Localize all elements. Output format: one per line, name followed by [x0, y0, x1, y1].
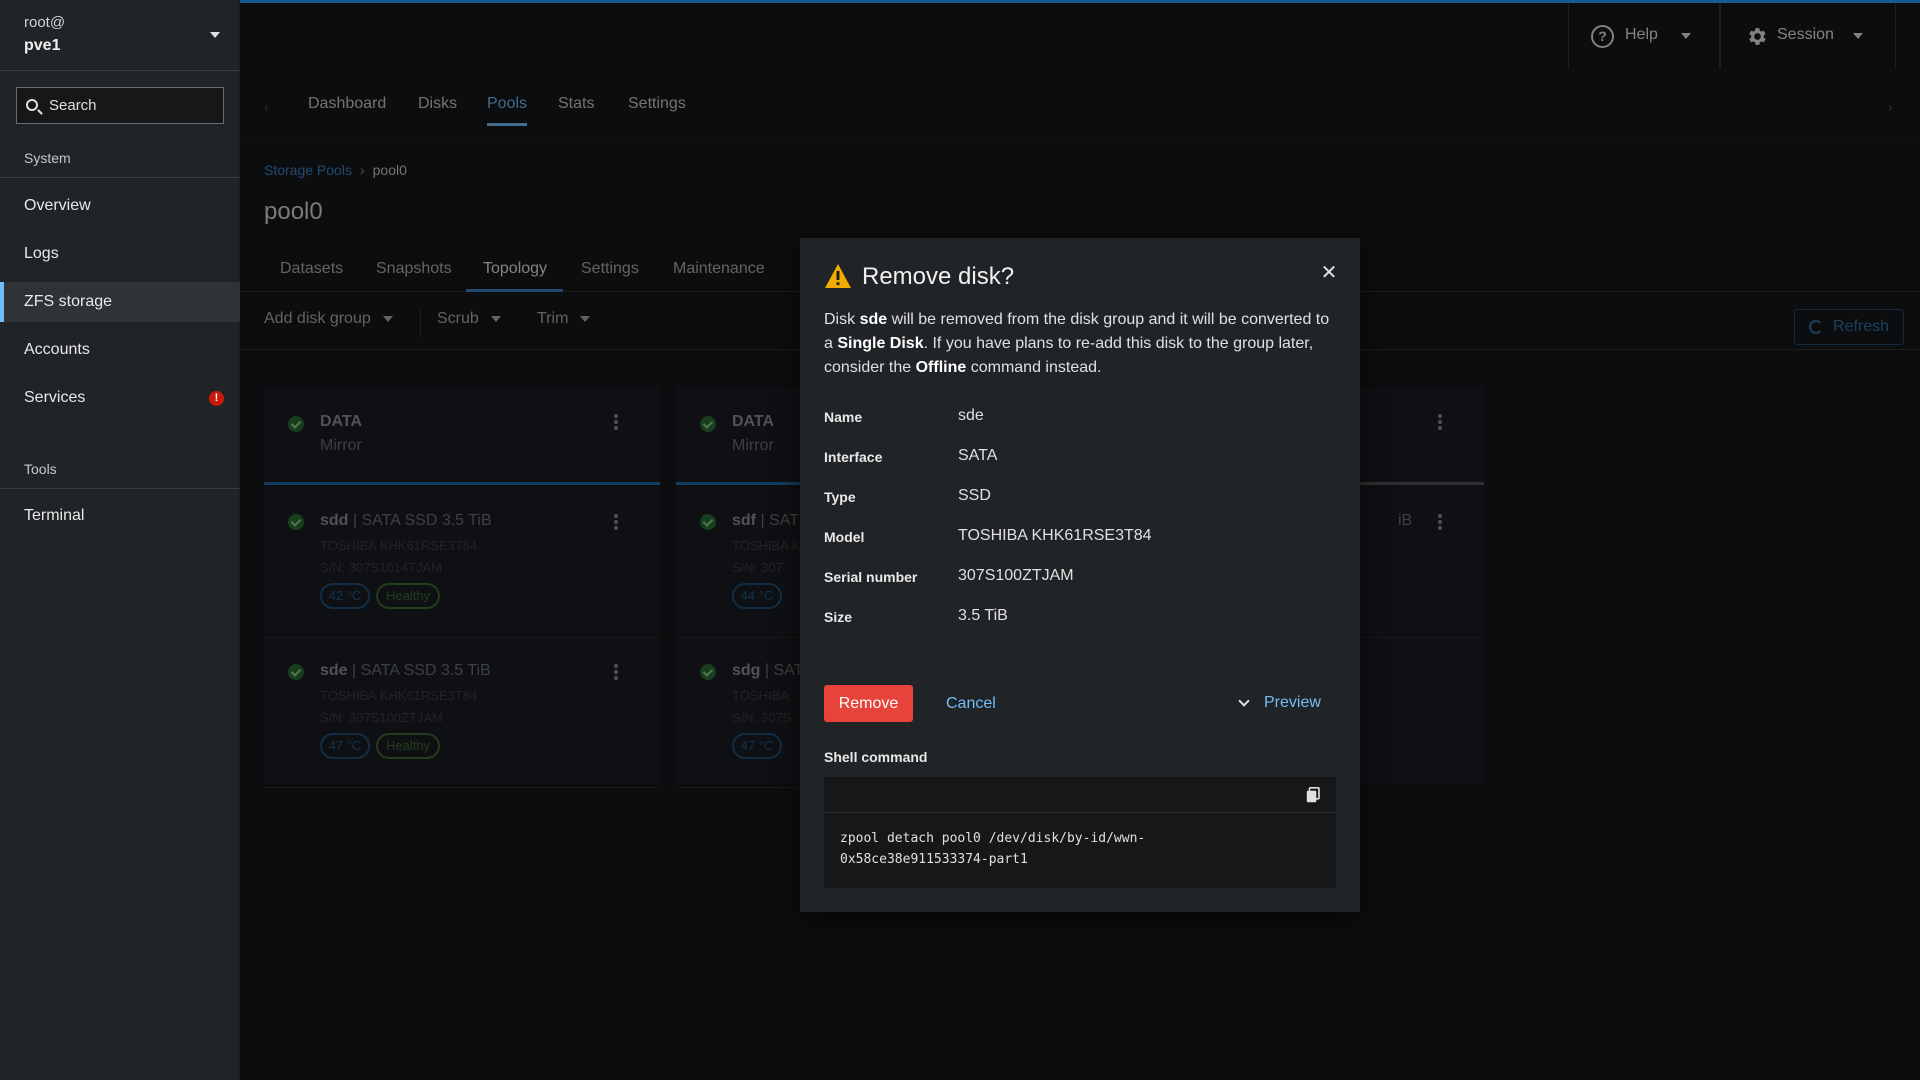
chevron-down-icon — [1238, 695, 1250, 707]
prop-value-interface: SATA — [958, 447, 998, 464]
sidebar-item-overview[interactable]: Overview — [0, 186, 240, 226]
search-icon — [26, 99, 38, 111]
prop-value-model: TOSHIBA KHK61RSE3T84 — [958, 527, 1152, 544]
close-icon[interactable]: ✕ — [1320, 263, 1338, 283]
group-label-system: System — [24, 150, 71, 166]
sidebar-item-accounts[interactable]: Accounts — [0, 330, 240, 370]
divider — [0, 488, 240, 489]
dialog-description: Disk sde will be removed from the disk g… — [824, 311, 1330, 376]
sidebar: root@ pve1 System Overview Logs ZFS stor… — [0, 0, 240, 1080]
prop-label-type: Type — [824, 489, 856, 505]
sidebar-item-terminal[interactable]: Terminal — [0, 496, 240, 536]
caret-down-icon — [210, 32, 220, 38]
prop-value-serial: 307S100ZTJAM — [958, 567, 1074, 584]
dialog-title: Remove disk? — [862, 263, 1015, 290]
shell-command-block: zpool detach pool0 /dev/disk/by-id/wwn- … — [824, 777, 1336, 888]
shell-command-text: zpool detach pool0 /dev/disk/by-id/wwn- … — [840, 831, 1146, 867]
prop-label-model: Model — [824, 529, 865, 545]
remove-disk-dialog: Remove disk? ✕ Disk sde will be removed … — [800, 238, 1360, 912]
search-input[interactable] — [49, 88, 219, 123]
remove-button[interactable]: Remove — [824, 685, 913, 722]
prop-value-size: 3.5 TiB — [958, 607, 1008, 624]
prop-label-name: Name — [824, 409, 863, 425]
prop-value-type: SSD — [958, 487, 991, 504]
prop-label-interface: Interface — [824, 449, 883, 465]
copy-icon[interactable] — [1306, 787, 1320, 803]
alert-badge: ! — [209, 391, 224, 406]
prop-label-size: Size — [824, 609, 853, 625]
code-block-header — [824, 777, 1336, 813]
preview-toggle[interactable]: Preview — [1238, 685, 1321, 722]
host-name: pve1 — [24, 37, 61, 54]
preview-label: Preview — [1264, 694, 1321, 711]
search-box — [16, 87, 224, 124]
sidebar-item-zfs-storage[interactable]: ZFS storage — [0, 282, 240, 322]
shell-command-label: Shell command — [824, 749, 928, 765]
sidebar-item-logs[interactable]: Logs — [0, 234, 240, 274]
warning-icon — [825, 264, 851, 288]
prop-value-name: sde — [958, 407, 984, 424]
host-user: root@ — [24, 14, 66, 31]
sidebar-item-services[interactable]: Services ! — [0, 378, 240, 418]
cancel-button[interactable]: Cancel — [946, 685, 996, 722]
sidebar-item-label: Services — [24, 389, 86, 406]
group-label-tools: Tools — [24, 461, 57, 477]
prop-label-serial: Serial number — [824, 569, 918, 585]
host-switcher[interactable]: root@ pve1 — [0, 0, 240, 71]
divider — [0, 177, 240, 178]
